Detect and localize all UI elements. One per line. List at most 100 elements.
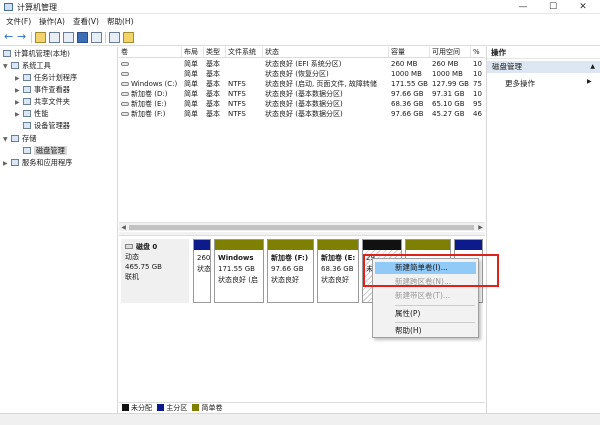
- minimize-button[interactable]: —: [508, 0, 538, 14]
- back-arrow-icon[interactable]: ←: [4, 31, 15, 43]
- drive-icon: [121, 102, 129, 106]
- properties-icon[interactable]: [63, 32, 74, 43]
- collapse-arrow-icon[interactable]: ▶: [15, 97, 23, 108]
- column-header-capacity[interactable]: 容量: [389, 47, 430, 58]
- tree-item-computer-management[interactable]: 计算机管理(本地): [3, 48, 70, 59]
- scrollbar-thumb[interactable]: [129, 225, 474, 230]
- tree-item-shared-folders[interactable]: ▶ 共享文件夹: [15, 96, 70, 107]
- performance-icon: [23, 110, 31, 117]
- expand-arrow-icon[interactable]: ▼: [3, 134, 11, 145]
- submenu-arrow-icon: ▶: [587, 78, 592, 85]
- tools-icon: [11, 62, 19, 69]
- drive-icon: [121, 112, 129, 116]
- services-icon: [11, 159, 19, 166]
- partition-color-bar: [406, 240, 450, 250]
- partition-color-bar: [268, 240, 313, 250]
- disk-0-label[interactable]: 磁盘 0 动态 465.75 GB 联机: [121, 239, 189, 303]
- forward-arrow-icon[interactable]: →: [17, 31, 28, 43]
- partition-color-bar: [455, 240, 482, 250]
- tree-item-performance[interactable]: ▶ 性能: [15, 108, 48, 119]
- event-viewer-icon: [23, 86, 31, 93]
- collapse-up-icon[interactable]: ▲: [590, 61, 595, 73]
- table-row[interactable]: 新加卷 (D:) 简单 基本 NTFS 状态良好 (基本数据分区) 97.66 …: [119, 89, 485, 99]
- drive-icon: [121, 92, 129, 96]
- maximize-button[interactable]: ☐: [538, 0, 568, 14]
- scroll-left-icon[interactable]: ◀: [119, 223, 128, 232]
- tree-item-event-viewer[interactable]: ▶ 事件查看器: [15, 84, 70, 95]
- menu-item-properties[interactable]: 属性(P): [375, 308, 476, 320]
- menu-bar: 文件(F) 操作(A) 查看(V) 帮助(H): [0, 14, 600, 29]
- collapse-arrow-icon[interactable]: ▶: [15, 109, 23, 120]
- menu-item-new-striped-volume: 新建带区卷(T)...: [395, 291, 451, 300]
- legend-swatch-primary: [157, 404, 165, 411]
- horizontal-scrollbar[interactable]: ◀ ▶: [119, 222, 485, 231]
- table-row[interactable]: 简单 基本 状态良好 (恢复分区) 1000 MB 1000 MB 10: [119, 69, 485, 79]
- partition-color-bar: [194, 240, 210, 250]
- collapse-arrow-icon[interactable]: ▶: [15, 85, 23, 96]
- column-header-status[interactable]: 状态: [263, 47, 389, 58]
- computer-icon: [3, 50, 11, 57]
- partition-color-bar: [363, 240, 401, 250]
- shared-folder-icon: [23, 98, 31, 105]
- partition-color-bar: [215, 240, 263, 250]
- tree-item-services-apps[interactable]: ▶ 服务和应用程序: [3, 157, 72, 168]
- toolbar-separator: [105, 32, 106, 43]
- status-bar: [0, 413, 600, 425]
- computer-management-icon: [4, 3, 13, 11]
- annotation-highlight-box: [363, 254, 499, 287]
- column-header-volume[interactable]: 卷: [119, 47, 182, 58]
- toolbar-separator: [31, 32, 32, 43]
- tree-item-system-tools[interactable]: ▼ 系统工具: [3, 60, 51, 71]
- help-icon[interactable]: [77, 32, 88, 43]
- table-row[interactable]: Windows (C:) 简单 基本 NTFS 状态良好 (启动, 页面文件, …: [119, 79, 485, 89]
- up-folder-icon[interactable]: [35, 32, 46, 43]
- center-pane: 卷 布局 类型 文件系统 状态 容量 可用空间 % 简单 基本 状态良好 (EF…: [119, 47, 485, 413]
- legend-swatch-unallocated: [122, 404, 129, 411]
- checklist-icon[interactable]: [123, 32, 134, 43]
- console-view-icon[interactable]: [91, 32, 102, 43]
- table-row[interactable]: 新加卷 (E:) 简单 基本 NTFS 状态良好 (基本数据分区) 68.36 …: [119, 99, 485, 109]
- toolbar: ← →: [0, 29, 600, 46]
- partition-efi[interactable]: 260 状态: [193, 239, 211, 303]
- clock-icon: [23, 74, 31, 81]
- tree-item-disk-management[interactable]: 磁盘管理: [23, 145, 67, 156]
- navigation-tree: 计算机管理(本地) ▼ 系统工具 ▶ 任务计划程序 ▶ 事件查看器 ▶ 共享文件夹 ▶ 性…: [0, 47, 118, 413]
- partition-f[interactable]: 新加卷 (F:) 97.66 GB 状态良好: [267, 239, 314, 303]
- window-title: 计算机管理: [17, 3, 57, 12]
- pane-splitter[interactable]: [119, 232, 485, 236]
- tree-item-device-manager[interactable]: 设备管理器: [23, 120, 70, 131]
- collapse-arrow-icon[interactable]: ▶: [3, 158, 11, 169]
- volume-list-header: 卷 布局 类型 文件系统 状态 容量 可用空间 %: [119, 47, 485, 58]
- partition-windows-c[interactable]: Windows 171.55 GB 状态良好 (启: [214, 239, 264, 303]
- column-header-layout[interactable]: 布局: [182, 47, 204, 58]
- column-header-free-space[interactable]: 可用空间: [430, 47, 471, 58]
- column-header-filesystem[interactable]: 文件系统: [226, 47, 263, 58]
- menu-separator: [395, 305, 475, 306]
- table-row[interactable]: 简单 基本 状态良好 (EFI 系统分区) 260 MB 260 MB 10: [119, 59, 485, 69]
- drive-icon: [121, 82, 129, 86]
- close-button[interactable]: ✕: [568, 0, 598, 14]
- table-row[interactable]: 新加卷 (F:) 简单 基本 NTFS 状态良好 (基本数据分区) 97.66 …: [119, 109, 485, 119]
- menu-help[interactable]: 帮助(H): [107, 16, 134, 27]
- tree-item-task-scheduler[interactable]: ▶ 任务计划程序: [15, 72, 77, 83]
- menu-file[interactable]: 文件(F): [6, 16, 31, 27]
- export-list-icon[interactable]: [109, 32, 120, 43]
- expand-arrow-icon[interactable]: ▼: [3, 61, 11, 72]
- disk-management-icon: [23, 147, 31, 154]
- title-bar: 计算机管理 — ☐ ✕: [0, 0, 600, 14]
- scroll-right-icon[interactable]: ▶: [476, 223, 485, 232]
- menu-action[interactable]: 操作(A): [39, 16, 65, 27]
- menu-view[interactable]: 查看(V): [73, 16, 99, 27]
- device-manager-icon: [23, 122, 31, 129]
- column-header-type[interactable]: 类型: [204, 47, 226, 58]
- partition-e[interactable]: 新加卷 (E: 68.36 GB 状态良好: [317, 239, 359, 303]
- more-actions-link[interactable]: 更多操作: [505, 78, 535, 89]
- disk-legend: 未分配 主分区 简单卷: [119, 402, 485, 413]
- collapse-arrow-icon[interactable]: ▶: [15, 73, 23, 84]
- actions-section-disk-management[interactable]: 磁盘管理 ▲: [487, 61, 600, 73]
- column-header-percent[interactable]: %: [471, 47, 485, 58]
- storage-icon: [11, 135, 19, 142]
- menu-item-help[interactable]: 帮助(H): [375, 325, 476, 337]
- show-hide-tree-icon[interactable]: [49, 32, 60, 43]
- tree-item-storage[interactable]: ▼ 存储: [3, 133, 36, 144]
